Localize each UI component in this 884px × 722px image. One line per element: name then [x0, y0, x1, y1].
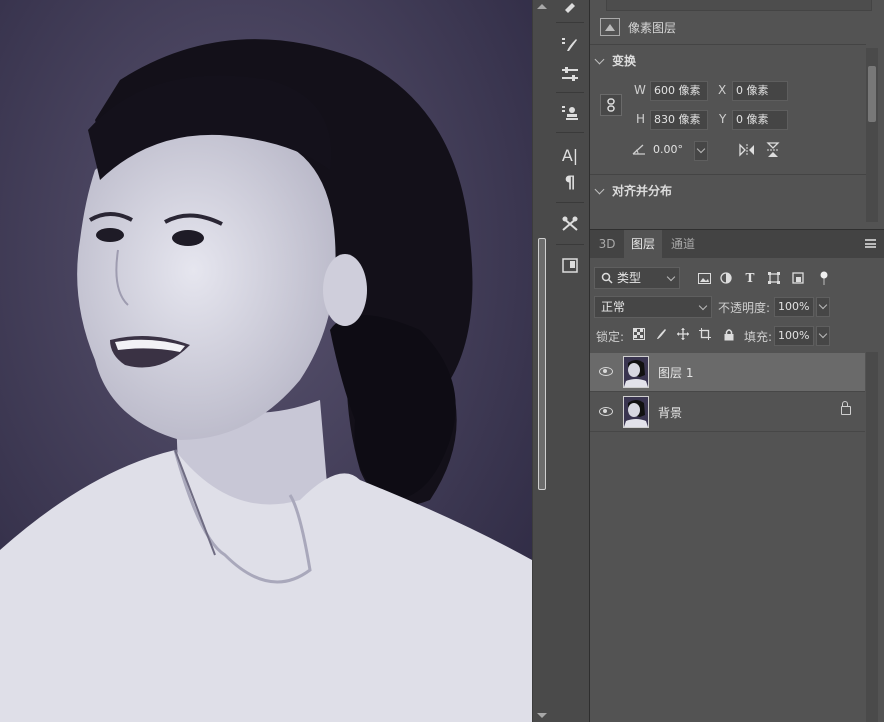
search-icon	[601, 268, 613, 290]
blend-mode-select[interactable]: 正常	[594, 296, 712, 318]
tool-divider	[556, 244, 584, 245]
panel-dock-strip: A| ¶	[551, 0, 590, 722]
height-field[interactable]: 830 像素	[650, 110, 708, 130]
filter-type-icon[interactable]: T	[742, 270, 758, 286]
layer-type-label: 像素图层	[628, 20, 677, 35]
history-brush-icon[interactable]	[558, 0, 582, 18]
lock-all-icon[interactable]	[722, 327, 736, 341]
lock-artboard-icon[interactable]	[698, 327, 712, 341]
layer-name[interactable]: 背景	[658, 404, 682, 421]
document-canvas[interactable]	[0, 0, 532, 722]
properties-scrollbar[interactable]	[866, 48, 878, 222]
fill-field[interactable]: 100%	[774, 326, 814, 346]
lock-transparent-icon[interactable]	[632, 327, 646, 341]
filter-type-label: 类型	[617, 271, 642, 285]
brush-presets-icon[interactable]	[558, 33, 582, 57]
layer-name[interactable]: 图层 1	[658, 364, 693, 381]
fill-label: 填充:	[744, 330, 773, 344]
layer-thumbnail	[623, 356, 649, 388]
link-dimensions-button[interactable]	[600, 94, 622, 116]
tool-presets-icon[interactable]	[558, 212, 582, 236]
x-label: X	[718, 83, 727, 97]
tab-channels[interactable]: 通道	[664, 230, 702, 258]
tab-3d[interactable]: 3D	[594, 230, 620, 258]
filter-adjustment-icon[interactable]	[718, 270, 734, 286]
blend-mode-value: 正常	[601, 300, 626, 314]
layers-scrollbar[interactable]	[866, 352, 878, 722]
lock-position-icon[interactable]	[676, 327, 690, 341]
layers-tab-bar: 3D 图层 通道	[590, 229, 884, 258]
flip-vertical-icon[interactable]	[766, 141, 780, 162]
scroll-up-arrow-icon[interactable]	[537, 4, 547, 9]
angle-icon	[632, 143, 646, 158]
opacity-dropdown[interactable]	[816, 297, 830, 317]
chevron-down-icon	[666, 272, 676, 282]
clone-source-icon[interactable]	[558, 101, 582, 125]
x-field[interactable]: 0 像素	[732, 81, 788, 101]
angle-field[interactable]: 0.00°	[650, 141, 700, 161]
align-distribute-header[interactable]: 对齐并分布	[594, 182, 673, 199]
layer-row-layer1[interactable]: 图层 1	[590, 353, 865, 392]
angle-dropdown[interactable]	[694, 141, 708, 161]
transform-title: 变换	[612, 54, 637, 68]
portrait-image	[0, 0, 532, 722]
tool-divider	[556, 92, 584, 93]
filter-smart-object-icon[interactable]	[790, 270, 806, 286]
scroll-down-arrow-icon[interactable]	[537, 713, 547, 718]
tab-layers[interactable]: 图层	[624, 230, 662, 258]
lock-icon	[841, 401, 851, 415]
eye-icon[interactable]	[599, 367, 613, 376]
adjustments-icon[interactable]	[558, 62, 582, 86]
align-distribute-title: 对齐并分布	[612, 184, 673, 198]
chevron-down-icon	[594, 184, 605, 194]
divider	[590, 44, 866, 45]
opacity-label: 不透明度:	[718, 301, 771, 315]
tool-divider	[556, 132, 584, 133]
tool-divider	[556, 22, 584, 23]
eye-icon[interactable]	[599, 407, 613, 416]
y-field[interactable]: 0 像素	[732, 110, 788, 130]
filter-toggle-icon[interactable]	[816, 270, 832, 286]
chevron-down-icon	[594, 54, 605, 64]
y-label: Y	[719, 112, 727, 126]
canvas-scrollbar[interactable]	[532, 0, 551, 722]
layer-thumbnail	[623, 396, 649, 428]
w-label: W	[634, 83, 646, 97]
width-field[interactable]: 600 像素	[650, 81, 708, 101]
scroll-thumb[interactable]	[538, 238, 546, 490]
filter-shape-icon[interactable]	[766, 270, 782, 286]
opacity-field[interactable]: 100%	[774, 297, 814, 317]
flip-horizontal-icon[interactable]	[738, 143, 756, 160]
transform-header[interactable]: 变换	[594, 52, 637, 69]
divider	[590, 174, 866, 175]
scroll-thumb[interactable]	[868, 66, 876, 122]
paragraph-icon[interactable]: ¶	[558, 171, 582, 195]
h-label: H	[636, 112, 646, 126]
lock-image-icon[interactable]	[654, 327, 668, 341]
pixel-layer-icon	[600, 18, 620, 36]
layer-row-background[interactable]: 背景	[590, 393, 865, 432]
tool-divider	[556, 202, 584, 203]
panel-menu-icon[interactable]	[865, 239, 876, 248]
fill-dropdown[interactable]	[816, 326, 830, 346]
layer-type-row: 像素图层	[600, 18, 676, 36]
chain-link-icon	[607, 98, 615, 112]
right-panel: 像素图层 变换 W 600 像素 X 0 像素 H 830 像素 Y 0 像素 …	[590, 0, 884, 722]
lock-label: 锁定:	[596, 330, 625, 344]
filter-pixel-icon[interactable]	[696, 270, 712, 286]
chevron-down-icon	[698, 301, 708, 311]
panel-top-edge	[606, 0, 872, 11]
filter-type-select[interactable]: 类型	[594, 267, 680, 289]
notes-icon[interactable]	[558, 253, 582, 277]
character-icon[interactable]: A|	[558, 143, 582, 167]
